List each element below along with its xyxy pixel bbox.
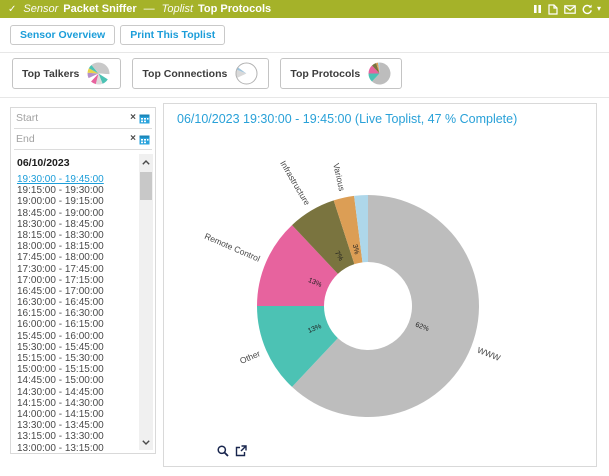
- breadcrumb-bar: ✓ Sensor Packet Sniffer — Toplist Top Pr…: [0, 0, 609, 18]
- interval-item[interactable]: 13:15:00 - 13:30:00: [11, 431, 138, 442]
- tab-label: Top Protocols: [290, 68, 360, 80]
- toplist-name: Top Protocols: [198, 3, 271, 15]
- start-field-row: ×: [14, 108, 152, 129]
- interval-item[interactable]: 16:15:00 - 16:30:00: [11, 308, 138, 319]
- tab-label: Top Talkers: [22, 68, 79, 80]
- divider: [0, 52, 609, 53]
- name-label: Other: [238, 348, 262, 366]
- end-input[interactable]: [16, 133, 127, 145]
- interval-item[interactable]: 14:15:00 - 14:30:00: [11, 398, 138, 409]
- calendar-icon[interactable]: [139, 134, 150, 145]
- chevron-up-icon: [142, 160, 150, 165]
- scrollbar-thumb[interactable]: [140, 172, 152, 200]
- chevron-down-icon: [142, 440, 150, 445]
- start-input[interactable]: [16, 112, 127, 124]
- refresh-icon[interactable]: [582, 4, 593, 15]
- interval-item[interactable]: 18:45:00 - 19:00:00: [11, 208, 138, 219]
- end-field-row: ×: [14, 129, 152, 150]
- interval-item[interactable]: 15:30:00 - 15:45:00: [11, 342, 138, 353]
- scroll-down-button[interactable]: [139, 436, 153, 448]
- zoom-icon[interactable]: [217, 445, 229, 457]
- interval-item[interactable]: 15:15:00 - 15:30:00: [11, 353, 138, 364]
- name-label: WWW: [476, 345, 502, 363]
- interval-item[interactable]: 18:30:00 - 18:45:00: [11, 219, 138, 230]
- interval-item[interactable]: 13:30:00 - 13:45:00: [11, 420, 138, 431]
- report-icon[interactable]: [548, 4, 558, 15]
- tab-top-protocols[interactable]: Top Protocols: [280, 58, 402, 89]
- toplist-title: 06/10/2023 19:30:00 - 19:45:00 (Live Top…: [177, 112, 517, 126]
- tab-top-talkers[interactable]: Top Talkers: [12, 58, 121, 89]
- interval-item[interactable]: 19:00:00 - 19:15:00: [11, 196, 138, 207]
- interval-item[interactable]: 18:15:00 - 18:30:00: [11, 230, 138, 241]
- name-label: Infrastructure: [278, 159, 312, 207]
- interval-item[interactable]: 13:00:00 - 13:15:00: [11, 443, 138, 452]
- interval-list-wrap: 06/10/2023 19:30:00 - 19:45:0019:15:00 -…: [11, 153, 155, 451]
- toolbar: Sensor Overview Print This Toplist: [10, 25, 225, 45]
- toplist-chart-panel: 06/10/2023 19:30:00 - 19:45:00 (Live Top…: [163, 103, 597, 467]
- interval-item[interactable]: 16:00:00 - 16:15:00: [11, 319, 138, 330]
- sensor-label: Sensor: [23, 3, 58, 15]
- interval-list: 19:30:00 - 19:45:0019:15:00 - 19:30:0019…: [11, 174, 138, 451]
- interval-item[interactable]: 14:30:00 - 14:45:00: [11, 387, 138, 398]
- toplist-label: Toplist: [162, 3, 193, 15]
- top-connections-pie-icon: [234, 61, 259, 86]
- tab-label: Top Connections: [142, 68, 227, 80]
- pause-icon[interactable]: [533, 4, 542, 14]
- clear-end-icon[interactable]: ×: [130, 134, 136, 144]
- name-label: Remote Control: [203, 231, 262, 264]
- interval-item[interactable]: 16:30:00 - 16:45:00: [11, 297, 138, 308]
- interval-item[interactable]: 19:15:00 - 19:30:00: [11, 185, 138, 196]
- interval-item[interactable]: 15:00:00 - 15:15:00: [11, 364, 138, 375]
- interval-item[interactable]: 17:45:00 - 18:00:00: [11, 252, 138, 263]
- interval-item[interactable]: 16:45:00 - 17:00:00: [11, 286, 138, 297]
- sensor-overview-button[interactable]: Sensor Overview: [10, 25, 115, 45]
- interval-item[interactable]: 14:45:00 - 15:00:00: [11, 375, 138, 386]
- interval-item[interactable]: 14:00:00 - 14:15:00: [11, 409, 138, 420]
- sensor-name-link[interactable]: Packet Sniffer: [63, 3, 136, 15]
- print-toplist-button[interactable]: Print This Toplist: [120, 25, 225, 45]
- header-actions: ▾: [533, 4, 601, 15]
- protocol-donut-chart: 62%WWW13%Other13%Remote Control7%Infrast…: [164, 128, 596, 460]
- top-talkers-pie-icon: [86, 61, 111, 86]
- scroll-up-button[interactable]: [139, 156, 153, 168]
- interval-sidebar: × × 06/10/2023 19:30:00 - 19:45:0019:: [10, 107, 156, 454]
- toplist-tabs: Top Talkers Top Connections Top Protocol…: [12, 58, 402, 89]
- chevron-down-icon[interactable]: ▾: [597, 5, 601, 13]
- pie-slice: [99, 63, 110, 75]
- breadcrumb-separator: —: [142, 3, 157, 15]
- name-label: Various: [331, 162, 347, 192]
- chart-tools: [217, 445, 247, 457]
- interval-item[interactable]: 17:30:00 - 17:45:00: [11, 264, 138, 275]
- calendar-icon[interactable]: [139, 113, 150, 124]
- interval-item[interactable]: 17:00:00 - 17:15:00: [11, 275, 138, 286]
- status-check-icon: ✓: [8, 4, 16, 15]
- open-in-new-window-icon[interactable]: [235, 445, 247, 457]
- tab-top-connections[interactable]: Top Connections: [132, 58, 269, 89]
- prtg-toplist-screen: ✓ Sensor Packet Sniffer — Toplist Top Pr…: [0, 0, 609, 476]
- clear-start-icon[interactable]: ×: [130, 113, 136, 123]
- divider: [0, 97, 609, 98]
- date-header: 06/10/2023: [11, 153, 155, 172]
- interval-item[interactable]: 19:30:00 - 19:45:00: [11, 174, 138, 185]
- email-icon[interactable]: [564, 5, 576, 14]
- interval-item[interactable]: 18:00:00 - 18:15:00: [11, 241, 138, 252]
- interval-item[interactable]: 15:45:00 - 16:00:00: [11, 331, 138, 342]
- top-protocols-pie-icon: [367, 61, 392, 86]
- scrollbar[interactable]: [139, 154, 153, 450]
